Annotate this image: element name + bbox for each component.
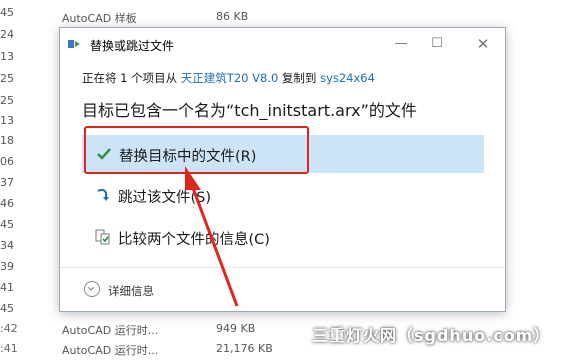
time-cell: 37 xyxy=(0,176,14,189)
file-type: AutoCAD 运行时... xyxy=(62,344,159,357)
time-cell: 13 xyxy=(0,114,14,127)
progress-prefix: 正在将 1 个项目从 xyxy=(82,71,181,85)
time-cell: 18 xyxy=(0,134,14,147)
maximize-button[interactable]: ☐ xyxy=(422,33,452,55)
time-cell: 45 xyxy=(0,218,14,231)
file-type: AutoCAD 运行时... xyxy=(62,324,159,337)
time-cell: 24 xyxy=(0,28,14,41)
copy-progress-text: 正在将 1 个项目从 天正建筑T20 V8.0 复制到 sys24x64 xyxy=(82,70,375,86)
close-button[interactable]: ✕ xyxy=(468,33,498,55)
minimize-button[interactable]: — xyxy=(386,33,416,55)
chevron-down-icon xyxy=(84,281,100,297)
time-cell: 41 xyxy=(0,281,14,294)
file-size: 86 KB xyxy=(216,10,249,23)
time-cell: 46 xyxy=(0,197,14,210)
footer-divider xyxy=(60,267,505,268)
time-cell: 45 xyxy=(0,302,14,315)
compare-files-icon xyxy=(95,229,110,245)
time-cell: 13 xyxy=(0,50,14,63)
details-label: 详细信息 xyxy=(108,284,154,298)
skip-option[interactable]: 跳过该文件(S) xyxy=(82,177,482,213)
dialog-title: 替换或跳过文件 xyxy=(90,39,175,53)
time-cell: 34 xyxy=(0,239,14,252)
source-folder-link[interactable]: 天正建筑T20 V8.0 xyxy=(181,71,278,85)
time-cell: 25 xyxy=(0,94,14,107)
progress-middle: 复制到 xyxy=(278,71,321,85)
conflict-headline: 目标已包含一个名为“tch_initstart.arx”的文件 xyxy=(82,101,417,120)
file-time: :42 xyxy=(0,322,18,335)
time-cell: 06 xyxy=(0,155,14,168)
copy-dialog-icon xyxy=(68,40,80,48)
file-row[interactable]: AutoCAD 样板 86 KB xyxy=(0,6,571,28)
dialog-titlebar[interactable]: 替换或跳过文件 — ☐ ✕ xyxy=(60,28,505,60)
time-column: 45 24 13 25 25 13 18 06 37 46 45 34 39 4… xyxy=(0,0,20,353)
compare-option[interactable]: 比较两个文件的信息(C) xyxy=(82,219,482,255)
file-type: AutoCAD 样板 xyxy=(62,12,137,25)
file-time: :41 xyxy=(0,342,18,355)
skip-option-label: 跳过该文件(S) xyxy=(118,190,212,206)
skip-arrow-icon xyxy=(97,188,109,201)
highlight-box xyxy=(84,126,309,174)
time-cell: 25 xyxy=(0,72,14,85)
time-cell: 39 xyxy=(0,260,14,273)
compare-option-label: 比较两个文件的信息(C) xyxy=(118,232,270,248)
time-cell: 45 xyxy=(0,6,14,19)
destination-folder-link[interactable]: sys24x64 xyxy=(320,71,375,85)
watermark: 三重灯火网（sgdhuo.com） xyxy=(312,326,551,345)
file-size: 21,176 KB xyxy=(216,342,273,355)
file-size: 949 KB xyxy=(216,322,256,335)
